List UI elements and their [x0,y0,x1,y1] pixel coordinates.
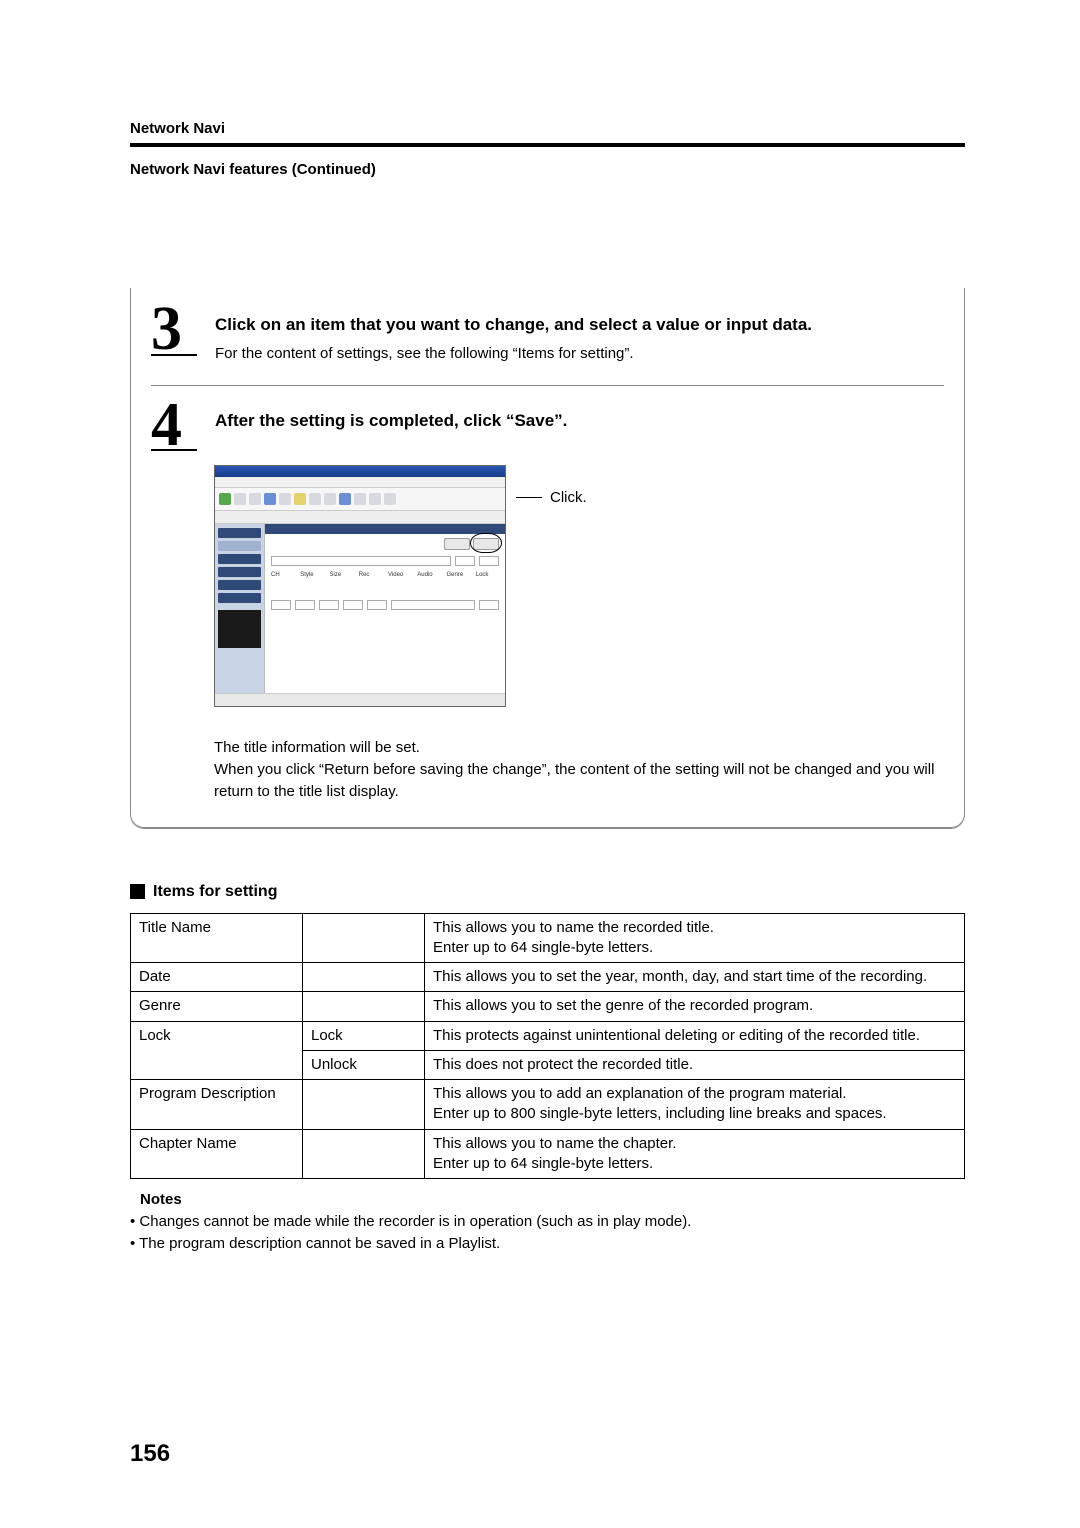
cell-genre: Genre [131,992,303,1021]
step-number: 4 [151,398,197,454]
table-row: Title Name This allows you to name the r… [131,913,965,963]
cell-empty [303,963,425,992]
square-bullet-icon [130,884,145,899]
screenshot-row: CHStyleSizeRec VideoAudioGenreLock [151,465,944,707]
step-divider [151,385,944,386]
step-4-result: The title information will be set. When … [214,737,944,802]
embedded-browser-screenshot: CHStyleSizeRec VideoAudioGenreLock [214,465,506,707]
cell-desc: This protects against unintentional dele… [425,1021,965,1050]
table-row: Unlock This does not protect the recorde… [131,1050,965,1079]
cell-empty [303,1129,425,1179]
header-rule [130,143,965,147]
cell-desc: This allows you to set the genre of the … [425,992,965,1021]
step-4: 4 After the setting is completed, click … [151,404,944,454]
cell-desc: This allows you to name the recorded tit… [425,913,965,963]
cell-lock: Lock [131,1021,303,1050]
cell-title-name: Title Name [131,913,303,963]
page-number: 156 [130,1440,170,1468]
items-heading-text: Items for setting [153,883,277,901]
cell-lock-cont [131,1050,303,1079]
return-button[interactable] [444,538,470,550]
step-4-title: After the setting is completed, click “S… [215,410,944,433]
table-row: Lock Lock This protects against unintent… [131,1021,965,1050]
items-heading: Items for setting [130,883,965,901]
cell-desc: This allows you to name the chapter.Ente… [425,1129,965,1179]
table-row: Chapter Name This allows you to name the… [131,1129,965,1179]
cell-desc: This allows you to add an explanation of… [425,1080,965,1130]
step-number: 3 [151,302,197,358]
cell-empty [303,1080,425,1130]
note-line: • Changes cannot be made while the recor… [130,1211,965,1233]
items-table: Title Name This allows you to name the r… [130,913,965,1180]
cell-program-desc: Program Description [131,1080,303,1130]
cell-chapter-name: Chapter Name [131,1129,303,1179]
notes-block: Notes • Changes cannot be made while the… [130,1189,965,1254]
cell-desc: This does not protect the recorded title… [425,1050,965,1079]
step-4-result-line2: When you click “Return before saving the… [214,759,944,803]
steps-panel: 3 Click on an item that you want to chan… [130,288,965,829]
step-3-title: Click on an item that you want to change… [215,314,944,337]
section-subhead: Network Navi features (Continued) [130,161,965,178]
items-for-setting-section: Items for setting Title Name This allows… [130,883,965,1255]
step-3-desc: For the content of settings, see the fol… [215,343,944,365]
cell-date: Date [131,963,303,992]
step-4-result-line1: The title information will be set. [214,737,944,759]
table-row: Genre This allows you to set the genre o… [131,992,965,1021]
note-line: • The program description cannot be save… [130,1233,965,1255]
table-row: Date This allows you to set the year, mo… [131,963,965,992]
cell-unlock-option: Unlock [303,1050,425,1079]
cell-lock-option: Lock [303,1021,425,1050]
running-head: Network Navi [130,120,965,137]
save-button[interactable] [473,538,499,550]
cell-empty [303,913,425,963]
cell-empty [303,992,425,1021]
table-row: Program Description This allows you to a… [131,1080,965,1130]
notes-title: Notes [140,1189,965,1211]
callout-leader-line [516,497,542,498]
callout-label: Click. [550,489,587,506]
cell-desc: This allows you to set the year, month, … [425,963,965,992]
step-3: 3 Click on an item that you want to chan… [151,308,944,365]
manual-page: Network Navi Network Navi features (Cont… [0,0,1080,1528]
